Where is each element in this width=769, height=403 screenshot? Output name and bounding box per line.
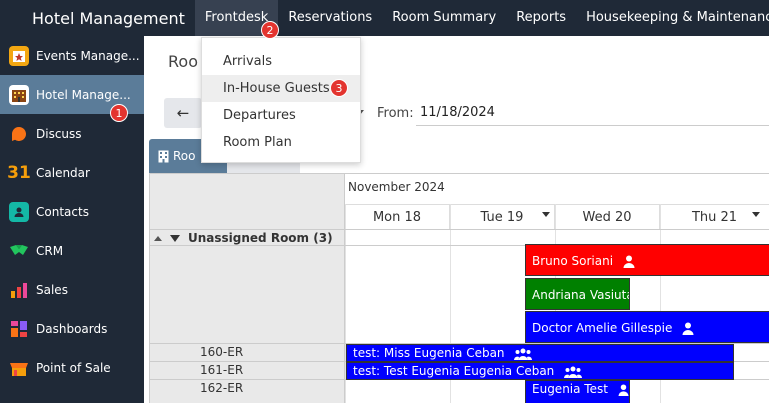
room-label: 160-ER xyxy=(200,345,244,359)
menu-room-summary[interactable]: Room Summary xyxy=(382,0,506,36)
event-label: Eugenia Test xyxy=(532,382,608,396)
sidebar-item-contacts[interactable]: Contacts xyxy=(0,192,144,231)
user-icon xyxy=(682,322,694,335)
sales-icon xyxy=(9,280,29,300)
discuss-icon xyxy=(9,124,29,144)
frontdesk-dropdown-menu: Arrivals In-House Guests Departures Room… xyxy=(201,37,361,163)
group-toggle[interactable]: Unassigned Room (3) xyxy=(154,230,333,246)
building-icon xyxy=(158,150,169,162)
room-label: 162-ER xyxy=(200,381,244,395)
previous-button[interactable]: ← xyxy=(164,98,202,128)
menu-reports[interactable]: Reports xyxy=(506,0,576,36)
sidebar-item-sales[interactable]: Sales xyxy=(0,270,144,309)
menu-housekeeping[interactable]: Housekeeping & Maintenance xyxy=(576,0,769,36)
event-label: Bruno Soriani xyxy=(532,254,614,268)
menu-item-departures[interactable]: Departures xyxy=(202,102,360,129)
crm-icon xyxy=(9,241,29,261)
contacts-icon xyxy=(9,201,29,222)
top-menu: Frontdesk Reservations Room Summary Repo… xyxy=(194,0,769,36)
room-label: 161-ER xyxy=(200,363,244,377)
menu-item-label: In-House Guests xyxy=(223,81,330,96)
events-icon xyxy=(9,45,29,66)
day-header: Wed 20 xyxy=(555,204,660,229)
sidebar-item-label: Discuss xyxy=(36,126,82,141)
sidebar-item-label: Dashboards xyxy=(36,321,108,336)
sidebar-item-label: Sales xyxy=(36,282,68,297)
user-icon xyxy=(618,384,629,396)
user-icon xyxy=(623,255,635,268)
app-title[interactable]: Hotel Management xyxy=(32,9,185,28)
users-icon xyxy=(514,348,533,360)
table-row: 162-ER xyxy=(150,379,769,397)
sidebar-item-dashboards[interactable]: Dashboards xyxy=(0,309,144,348)
hotel-icon xyxy=(9,84,29,105)
reservation-event[interactable]: test: Test Eugenia Eugenia Ceban xyxy=(346,362,734,380)
sidebar-item-crm[interactable]: CRM xyxy=(0,231,144,270)
event-label: Doctor Amelie Gillespie xyxy=(532,321,673,335)
tab-rooms-label: Roo xyxy=(173,149,196,163)
month-header: November 2024 xyxy=(348,180,445,194)
apps-grid-icon[interactable] xyxy=(12,10,16,26)
step-badge: 3 xyxy=(330,79,348,97)
room-calendar: November 2024 Mon 18 Tue 19 Wed 20 Thu 2… xyxy=(149,173,769,403)
step-badge: 2 xyxy=(261,21,279,39)
event-label: test: Miss Eugenia Ceban xyxy=(353,346,505,360)
arrow-left-icon: ← xyxy=(176,104,190,122)
day-header: Mon 18 xyxy=(345,204,450,229)
pos-icon xyxy=(9,358,29,378)
sidebar-item-label: Contacts xyxy=(36,204,89,219)
event-label: test: Test Eugenia Eugenia Ceban xyxy=(353,364,555,378)
day-header: Tue 19 xyxy=(450,204,555,229)
reservation-event[interactable]: test: Miss Eugenia Ceban xyxy=(346,344,734,362)
top-navbar: Hotel Management Frontdesk Reservations … xyxy=(0,0,769,36)
reservation-event[interactable]: Andriana Vasiuta xyxy=(525,278,630,310)
caret-down-icon[interactable] xyxy=(170,235,180,242)
from-label: From: xyxy=(377,106,414,121)
sidebar-item-label: Hotel Manage... xyxy=(36,87,131,102)
reservation-event[interactable]: Bruno Soriani xyxy=(525,244,769,276)
event-label: Andriana Vasiuta xyxy=(532,288,630,302)
calendar-icon: 31 xyxy=(7,162,31,183)
sidebar-item-events[interactable]: Events Manage... xyxy=(0,36,144,75)
chevron-down-icon[interactable] xyxy=(752,212,760,217)
sidebar: Events Manage... Hotel Manage... Discuss… xyxy=(0,36,144,403)
sidebar-item-calendar[interactable]: 31 Calendar xyxy=(0,153,144,192)
step-badge: 1 xyxy=(110,104,128,122)
dashboards-icon xyxy=(9,319,29,339)
menu-item-room-plan[interactable]: Room Plan xyxy=(202,129,360,156)
page-title: Roo xyxy=(168,52,198,71)
caret-up-icon[interactable] xyxy=(154,236,162,241)
menu-item-arrivals[interactable]: Arrivals xyxy=(202,48,360,75)
sidebar-item-label: Point of Sale xyxy=(36,360,111,375)
group-label: Unassigned Room (3) xyxy=(188,231,333,245)
users-icon xyxy=(564,366,583,378)
sidebar-item-label: Events Manage... xyxy=(36,48,140,63)
chevron-down-icon[interactable] xyxy=(542,212,550,217)
sidebar-item-label: Calendar xyxy=(36,165,90,180)
from-date-input[interactable]: 11/18/2024 xyxy=(416,100,769,126)
reservation-event[interactable]: Eugenia Test xyxy=(525,380,630,403)
menu-reservations[interactable]: Reservations xyxy=(278,0,382,36)
sidebar-item-label: CRM xyxy=(36,243,64,258)
sidebar-item-point-of-sale[interactable]: Point of Sale xyxy=(0,348,144,387)
reservation-event[interactable]: Doctor Amelie Gillespie xyxy=(525,311,769,343)
